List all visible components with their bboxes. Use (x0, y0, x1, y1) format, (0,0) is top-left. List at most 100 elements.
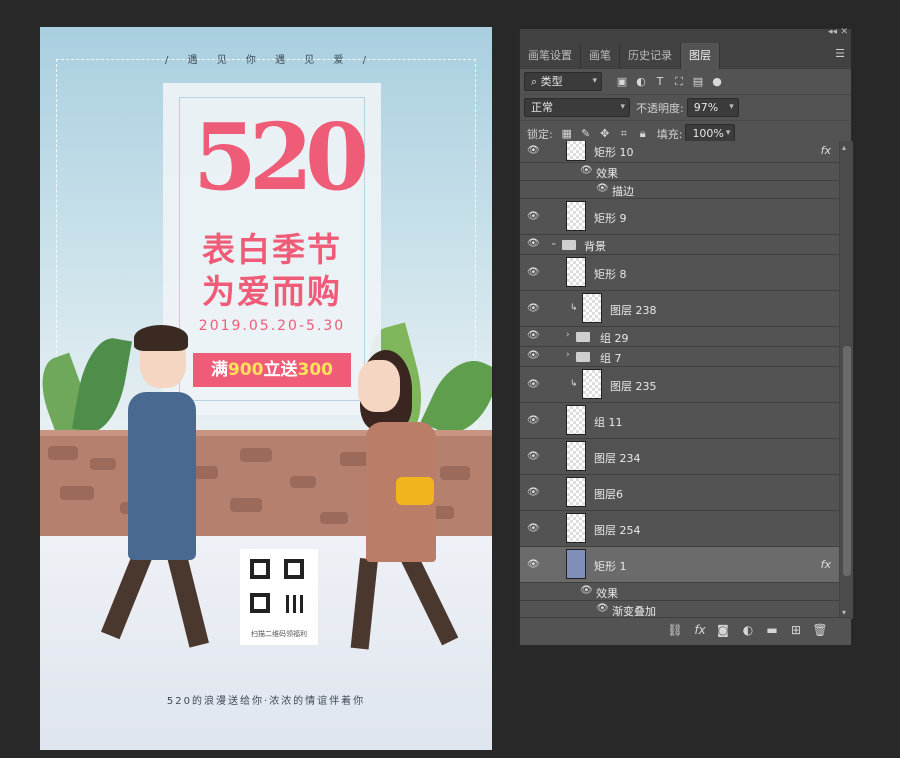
lock-paint-icon[interactable]: ✎ (578, 126, 594, 142)
layer-thumbnail (566, 513, 586, 543)
handbag (396, 477, 434, 505)
trash-icon[interactable]: 🗑︎ (812, 623, 828, 637)
tab-brushes[interactable]: 画笔 (581, 43, 620, 69)
opacity-label: 不透明度: (636, 101, 684, 115)
layer-thumbnail (566, 257, 586, 287)
layer-effects[interactable]: 👁︎ 效果 (520, 163, 839, 181)
eye-icon[interactable]: 👁︎ (527, 145, 540, 156)
slogan-line1: 表白季节 (202, 230, 342, 269)
image-filter-icon[interactable]: ▣ (614, 74, 630, 90)
panel-tabs: 画笔设置 画笔 历史记录 图层 ☰ (520, 41, 851, 69)
adjustment-icon[interactable]: ◐ (740, 623, 756, 637)
chevron-right-icon[interactable]: › (566, 330, 570, 340)
fx-icon[interactable]: fx (821, 144, 831, 157)
qr-caption: 扫描二维码领福利 (251, 630, 307, 638)
search-icon: ⌕ (531, 75, 541, 88)
mask-icon[interactable]: ◙ (715, 623, 731, 637)
eye-icon[interactable]: 👁︎ (580, 585, 593, 596)
layer-thumbnail (566, 141, 586, 161)
qr-code: 扫描二维码领福利 (240, 549, 318, 645)
layer-thumbnail (566, 201, 586, 231)
type-filter-icon[interactable]: T (652, 74, 668, 90)
lock-all-icon[interactable]: 🔒︎ (635, 126, 651, 142)
eye-icon[interactable]: 👁︎ (527, 330, 540, 341)
lock-artboard-icon[interactable]: ⌗ (616, 126, 632, 142)
slogan-line2: 为爱而购 (202, 272, 342, 311)
layer-rect-8[interactable]: 👁︎ 矩形 8 (520, 255, 839, 291)
collapse-icon[interactable]: ◂◂ (828, 27, 837, 37)
adjustment-filter-icon[interactable]: ◐ (633, 74, 649, 90)
layer-238[interactable]: 👁︎ ↳ 图层 238 (520, 291, 839, 327)
link-icon[interactable]: ⛓︎ (667, 623, 683, 637)
blend-row: 正常 ▾ 不透明度: 97% ▾ (520, 95, 851, 121)
eye-icon[interactable]: 👁︎ (527, 415, 540, 426)
opacity-input[interactable]: 97% ▾ (686, 98, 739, 117)
filter-toggle-icon[interactable]: ● (709, 74, 725, 90)
blend-mode-select[interactable]: 正常 ▾ (524, 98, 630, 117)
layer-rect-9[interactable]: 👁︎ 矩形 9 (520, 199, 839, 235)
layer-group-background[interactable]: 👁︎ ⌄ 背景 (520, 235, 839, 255)
eye-icon[interactable]: 👁︎ (527, 267, 540, 278)
lock-move-icon[interactable]: ✥ (597, 126, 613, 142)
tab-brush-settings[interactable]: 画笔设置 (520, 43, 581, 69)
eye-icon[interactable]: 👁︎ (527, 559, 540, 570)
layer-235[interactable]: 👁︎ ↳ 图层 235 (520, 367, 839, 403)
layer-group-7[interactable]: 👁︎ › 组 7 (520, 347, 839, 367)
fx-icon[interactable]: fx (692, 623, 708, 637)
eye-icon[interactable]: 👁︎ (596, 183, 609, 194)
tab-history[interactable]: 历史记录 (620, 43, 681, 69)
eye-icon[interactable]: 👁︎ (527, 303, 540, 314)
layer-group-11[interactable]: 👁︎ 组 11 (520, 403, 839, 439)
fx-icon[interactable]: fx (821, 558, 831, 571)
layer-254[interactable]: 👁︎ 图层 254 (520, 511, 839, 547)
eye-icon[interactable]: 👁︎ (580, 165, 593, 176)
promo-banner: 满900立送300 (193, 353, 351, 387)
lock-transparent-icon[interactable]: ▦ (559, 126, 575, 142)
eye-icon[interactable]: 👁︎ (596, 603, 609, 614)
layer-rect-10[interactable]: 👁︎ 矩形 10 fx (520, 141, 839, 163)
shape-filter-icon[interactable]: ⛶ (671, 74, 687, 90)
layer-thumbnail (582, 293, 602, 323)
new-layer-icon[interactable]: ⊞ (788, 623, 804, 637)
scroll-up-icon[interactable]: ▴ (842, 143, 846, 152)
tab-layers[interactable]: 图层 (681, 43, 720, 69)
scroll-down-icon[interactable]: ▾ (842, 608, 846, 617)
eye-icon[interactable]: 👁︎ (527, 211, 540, 222)
poster-bottom-text: 520的浪漫送给你·浓浓的情谊伴着你 (166, 696, 366, 707)
folder-icon (576, 352, 590, 362)
layer-thumbnail (582, 369, 602, 399)
filter-row: ⌕ 类型 ▾ ▣ ◐ T ⛶ ▤ ● (520, 69, 851, 95)
eye-icon[interactable]: 👁︎ (527, 238, 540, 249)
eye-icon[interactable]: 👁︎ (527, 451, 540, 462)
eye-icon[interactable]: 👁︎ (527, 523, 540, 534)
eye-icon[interactable]: 👁︎ (527, 350, 540, 361)
clip-arrow-icon: ↳ (570, 303, 578, 313)
layer-thumbnail (566, 441, 586, 471)
layer-234[interactable]: 👁︎ 图层 234 (520, 439, 839, 475)
layer-thumbnail (566, 405, 586, 435)
eye-icon[interactable]: 👁︎ (527, 379, 540, 390)
poster-canvas: / 遇 见 你 遇 见 爱 / 520 表白季节 为爱而购 2019.05.20… (40, 27, 492, 750)
layer-thumbnail (566, 477, 586, 507)
panel-footer: ⛓︎ fx ◙ ◐ ▬ ⊞ 🗑︎ (520, 617, 851, 645)
panel-menu-icon[interactable]: ☰ (835, 47, 845, 60)
layer-group-29[interactable]: 👁︎ › 组 29 (520, 327, 839, 347)
scroll-thumb[interactable] (843, 346, 851, 576)
folder-icon (576, 332, 590, 342)
layer-effects[interactable]: 👁︎ 效果 (520, 583, 839, 601)
layer-thumbnail (566, 549, 586, 579)
layer-effect-stroke[interactable]: 👁︎ 描边 (520, 181, 839, 199)
filter-kind-select[interactable]: ⌕ 类型 ▾ (524, 72, 602, 91)
layer-rect-1[interactable]: 👁︎ 矩形 1 fx (520, 547, 839, 583)
layer-6[interactable]: 👁︎ 图层6 (520, 475, 839, 511)
close-icon[interactable]: ✕ (840, 27, 848, 37)
layers-scrollbar[interactable]: ▴ ▾ (839, 141, 853, 619)
eye-icon[interactable]: 👁︎ (527, 487, 540, 498)
clip-arrow-icon: ↳ (570, 379, 578, 389)
headline-520: 520 (193, 103, 369, 211)
new-group-icon[interactable]: ▬ (764, 623, 780, 637)
smart-object-filter-icon[interactable]: ▤ (690, 74, 706, 90)
chevron-down-icon[interactable]: ⌄ (550, 238, 558, 248)
layers-list: 👁︎ 矩形 10 fx 👁︎ 效果 👁︎ 描边 👁︎ 矩形 9 👁︎ ⌄ 背景 … (520, 141, 839, 619)
chevron-right-icon[interactable]: › (566, 350, 570, 360)
